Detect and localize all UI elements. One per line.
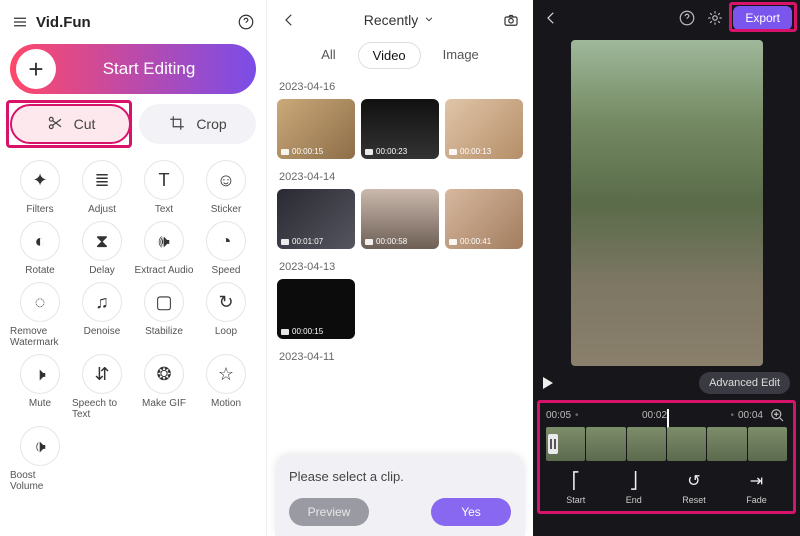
date-label: 2023-04-13 bbox=[267, 257, 533, 279]
preview-button[interactable]: Preview bbox=[289, 498, 369, 526]
timeline-strip[interactable] bbox=[546, 427, 787, 461]
date-label: 2023-04-16 bbox=[267, 77, 533, 99]
app-brand: Vid.Fun bbox=[36, 14, 230, 31]
tool-icon: ⧗ bbox=[82, 221, 122, 261]
settings-icon[interactable] bbox=[705, 8, 725, 28]
video-icon bbox=[281, 239, 289, 245]
duration-label: 00:00:15 bbox=[281, 327, 323, 336]
trim-reset[interactable]: ↺Reset bbox=[682, 471, 706, 505]
video-thumbnail[interactable]: 00:01:07 bbox=[277, 189, 355, 249]
tool-speech-to-text[interactable]: ⇵Speech to Text bbox=[72, 354, 132, 420]
tool-speed[interactable]: ◔Speed bbox=[196, 221, 256, 276]
tool-icon: ☺ bbox=[206, 160, 246, 200]
tool-rotate[interactable]: ◐Rotate bbox=[10, 221, 70, 276]
tool-icon: ☆ bbox=[206, 354, 246, 394]
tool-loop[interactable]: ↻Loop bbox=[196, 282, 256, 348]
highlight-timeline: 00:05 • 00:02 • 00:04 ⎡Start⎦End↺Reset⇥F… bbox=[537, 400, 796, 514]
tab-all[interactable]: All bbox=[307, 42, 349, 69]
sort-dropdown[interactable]: Recently bbox=[307, 12, 493, 29]
crop-icon bbox=[168, 114, 186, 135]
tool-icon: ◐ bbox=[20, 221, 60, 261]
tool-text[interactable]: TText bbox=[134, 160, 194, 215]
play-button[interactable] bbox=[543, 377, 553, 389]
date-label: 2023-04-11 bbox=[267, 347, 533, 369]
video-thumbnail[interactable]: 00:00:15 bbox=[277, 279, 355, 339]
tool-extract-audio[interactable]: 🕪Extract Audio bbox=[134, 221, 194, 276]
tab-video[interactable]: Video bbox=[358, 42, 421, 69]
tool-delay[interactable]: ⧗Delay bbox=[72, 221, 132, 276]
duration-label: 00:00:13 bbox=[449, 147, 491, 156]
video-thumbnail[interactable]: 00:00:13 bbox=[445, 99, 523, 159]
tool-filters[interactable]: ✦Filters bbox=[10, 160, 70, 215]
tab-image[interactable]: Image bbox=[429, 42, 493, 69]
tool-icon: ↻ bbox=[206, 282, 246, 322]
tool-mute[interactable]: 🕨Mute bbox=[10, 354, 70, 420]
duration-label: 00:00:58 bbox=[365, 237, 407, 246]
tool-icon: ♫ bbox=[82, 282, 122, 322]
time-left: 00:05 bbox=[546, 410, 571, 421]
chevron-down-icon bbox=[422, 12, 436, 29]
tool-icon: 🕩 bbox=[20, 426, 60, 466]
tool-sticker[interactable]: ☺Sticker bbox=[196, 160, 256, 215]
zoom-icon[interactable] bbox=[767, 405, 787, 425]
video-thumbnail[interactable]: 00:00:23 bbox=[361, 99, 439, 159]
advanced-edit-button[interactable]: Advanced Edit bbox=[699, 372, 790, 394]
camera-icon[interactable] bbox=[501, 10, 521, 30]
tool-icon: ⇵ bbox=[82, 354, 122, 394]
duration-label: 00:00:23 bbox=[365, 147, 407, 156]
video-icon bbox=[281, 329, 289, 335]
tool-stabilize[interactable]: ▢Stabilize bbox=[134, 282, 194, 348]
tool-motion[interactable]: ☆Motion bbox=[196, 354, 256, 420]
video-thumbnail[interactable]: 00:00:41 bbox=[445, 189, 523, 249]
back-icon[interactable] bbox=[279, 10, 299, 30]
editor-help-icon[interactable] bbox=[677, 8, 697, 28]
tool-icon: T bbox=[144, 160, 184, 200]
tool-icon: 🕨 bbox=[20, 354, 60, 394]
trim-end[interactable]: ⎦End bbox=[626, 471, 642, 505]
cut-button[interactable]: Cut bbox=[10, 104, 131, 144]
time-current: 00:02 bbox=[583, 410, 727, 421]
trim-handle[interactable] bbox=[548, 434, 558, 454]
video-thumbnail[interactable]: 00:00:58 bbox=[361, 189, 439, 249]
tool-icon: ◔ bbox=[206, 221, 246, 261]
tool-remove-watermark[interactable]: ◌Remove Watermark bbox=[10, 282, 70, 348]
time-right: 00:04 bbox=[738, 410, 763, 421]
video-preview[interactable] bbox=[571, 40, 763, 366]
export-button[interactable]: Export bbox=[733, 6, 792, 30]
video-icon bbox=[281, 149, 289, 155]
duration-label: 00:00:15 bbox=[281, 147, 323, 156]
video-icon bbox=[449, 239, 457, 245]
duration-label: 00:01:07 bbox=[281, 237, 323, 246]
crop-button[interactable]: Crop bbox=[139, 104, 256, 144]
tool-icon: ◌ bbox=[20, 282, 60, 322]
tool-denoise[interactable]: ♫Denoise bbox=[72, 282, 132, 348]
tool-icon: ✦ bbox=[20, 160, 60, 200]
select-clip-dialog: Please select a clip. Preview Yes bbox=[275, 455, 525, 536]
trim-fade[interactable]: ⇥Fade bbox=[746, 471, 767, 505]
help-icon[interactable] bbox=[236, 12, 256, 32]
menu-icon[interactable] bbox=[10, 12, 30, 32]
tool-adjust[interactable]: ≣Adjust bbox=[72, 160, 132, 215]
video-icon bbox=[449, 149, 457, 155]
trim-start[interactable]: ⎡Start bbox=[566, 471, 585, 505]
tool-make-gif[interactable]: ❂Make GIF bbox=[134, 354, 194, 420]
duration-label: 00:00:41 bbox=[449, 237, 491, 246]
tool-icon: ❂ bbox=[144, 354, 184, 394]
plus-icon: + bbox=[16, 49, 56, 89]
video-thumbnail[interactable]: 00:00:15 bbox=[277, 99, 355, 159]
tool-icon: ≣ bbox=[82, 160, 122, 200]
video-icon bbox=[365, 149, 373, 155]
scissors-icon bbox=[46, 114, 64, 135]
start-editing-button[interactable]: + Start Editing bbox=[10, 44, 256, 94]
editor-back-icon[interactable] bbox=[541, 8, 561, 28]
dialog-message: Please select a clip. bbox=[289, 469, 511, 484]
yes-button[interactable]: Yes bbox=[431, 498, 511, 526]
tool-icon: ▢ bbox=[144, 282, 184, 322]
tool-boost-volume[interactable]: 🕩Boost Volume bbox=[10, 426, 70, 492]
tool-icon: 🕪 bbox=[144, 221, 184, 261]
date-label: 2023-04-14 bbox=[267, 167, 533, 189]
video-icon bbox=[365, 239, 373, 245]
